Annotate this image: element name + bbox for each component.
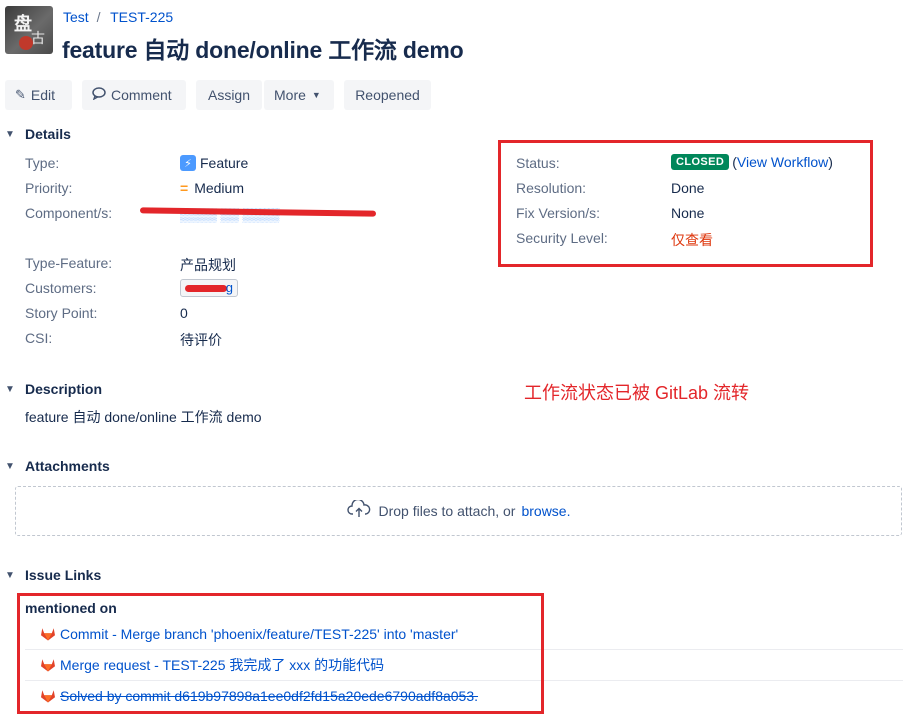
chevron-down-icon: ▼ bbox=[311, 90, 321, 100]
customers-label: Customers: bbox=[25, 280, 97, 296]
customers-value[interactable]: g bbox=[180, 279, 238, 297]
issue-links-annotation-box bbox=[17, 593, 544, 714]
edit-label: Edit bbox=[30, 87, 56, 103]
attachments-section-toggle[interactable]: ▼ Attachments bbox=[5, 458, 110, 474]
component-value-redacted[interactable]: ▒▒▒▒ ▒▒ ▒▒▒▒ bbox=[139, 205, 377, 222]
type-label: Type: bbox=[25, 155, 60, 171]
avatar-glyph-bottom: 古 bbox=[31, 31, 45, 47]
csi-label: CSI: bbox=[25, 330, 53, 346]
priority-value-text: Medium bbox=[194, 180, 244, 196]
issue-toolbar: ✎ Edit Comment Assign More ▼ Reopened bbox=[5, 80, 431, 110]
attachments-heading: Attachments bbox=[25, 458, 110, 474]
breadcrumb-project-link[interactable]: Test bbox=[63, 9, 89, 25]
priority-value: = Medium bbox=[180, 180, 244, 196]
chevron-down-icon: ▼ bbox=[5, 383, 15, 395]
comment-icon bbox=[92, 87, 106, 103]
issue-title[interactable]: feature 自动 done/online 工作流 demo bbox=[62, 31, 464, 65]
type-value: ⚡ Feature bbox=[180, 155, 248, 171]
details-section-toggle[interactable]: ▼ Details bbox=[5, 126, 71, 142]
component-label: Component/s: bbox=[25, 205, 113, 221]
pencil-icon: ✎ bbox=[15, 87, 26, 102]
assign-button[interactable]: Assign bbox=[196, 80, 262, 110]
issue-links-section-toggle[interactable]: ▼ Issue Links bbox=[5, 567, 101, 583]
browse-link[interactable]: browse. bbox=[521, 503, 570, 519]
description-text[interactable]: feature 自动 done/online 工作流 demo bbox=[25, 407, 262, 427]
chevron-down-icon: ▼ bbox=[5, 128, 15, 140]
customer-tag[interactable]: g bbox=[180, 279, 238, 297]
more-label: More bbox=[274, 87, 306, 103]
details-heading: Details bbox=[25, 126, 71, 142]
story-point-label: Story Point: bbox=[25, 305, 98, 321]
redaction-mark bbox=[185, 285, 227, 292]
status-annotation-box bbox=[498, 140, 873, 267]
customer-tag-text: g bbox=[225, 280, 233, 295]
project-avatar[interactable]: 盘 古 bbox=[5, 6, 53, 54]
comment-button[interactable]: Comment bbox=[82, 80, 186, 110]
avatar-seal-icon bbox=[19, 36, 33, 50]
chevron-down-icon: ▼ bbox=[5, 460, 15, 472]
story-point-value: 0 bbox=[180, 305, 188, 321]
breadcrumb-issue-link[interactable]: TEST-225 bbox=[110, 9, 173, 25]
drop-files-text: Drop files to attach, or bbox=[378, 503, 516, 519]
annotation-text: 工作流状态已被 GitLab 流转 bbox=[524, 383, 750, 403]
avatar-glyph-top: 盘 bbox=[14, 14, 32, 35]
medium-priority-icon: = bbox=[180, 180, 189, 196]
attachment-dropzone[interactable]: Drop files to attach, or browse. bbox=[15, 486, 902, 536]
breadcrumb-separator: / bbox=[96, 9, 101, 25]
comment-label: Comment bbox=[111, 87, 172, 103]
more-button[interactable]: More ▼ bbox=[264, 80, 334, 110]
edit-button[interactable]: ✎ Edit bbox=[5, 80, 72, 110]
description-section-toggle[interactable]: ▼ Description bbox=[5, 381, 102, 397]
priority-label: Priority: bbox=[25, 180, 73, 196]
reopened-button[interactable]: Reopened bbox=[344, 80, 431, 110]
issue-links-heading: Issue Links bbox=[25, 567, 102, 583]
csi-value: 待评价 bbox=[180, 332, 222, 348]
type-feature-label: Type-Feature: bbox=[25, 255, 113, 271]
type-value-text: Feature bbox=[200, 155, 249, 171]
chevron-down-icon: ▼ bbox=[5, 569, 15, 581]
upload-cloud-icon bbox=[346, 498, 371, 523]
description-heading: Description bbox=[25, 381, 103, 397]
breadcrumb: Test / TEST-225 bbox=[63, 9, 173, 25]
feature-icon: ⚡ bbox=[180, 155, 196, 171]
type-feature-value: 产品规划 bbox=[180, 257, 236, 273]
